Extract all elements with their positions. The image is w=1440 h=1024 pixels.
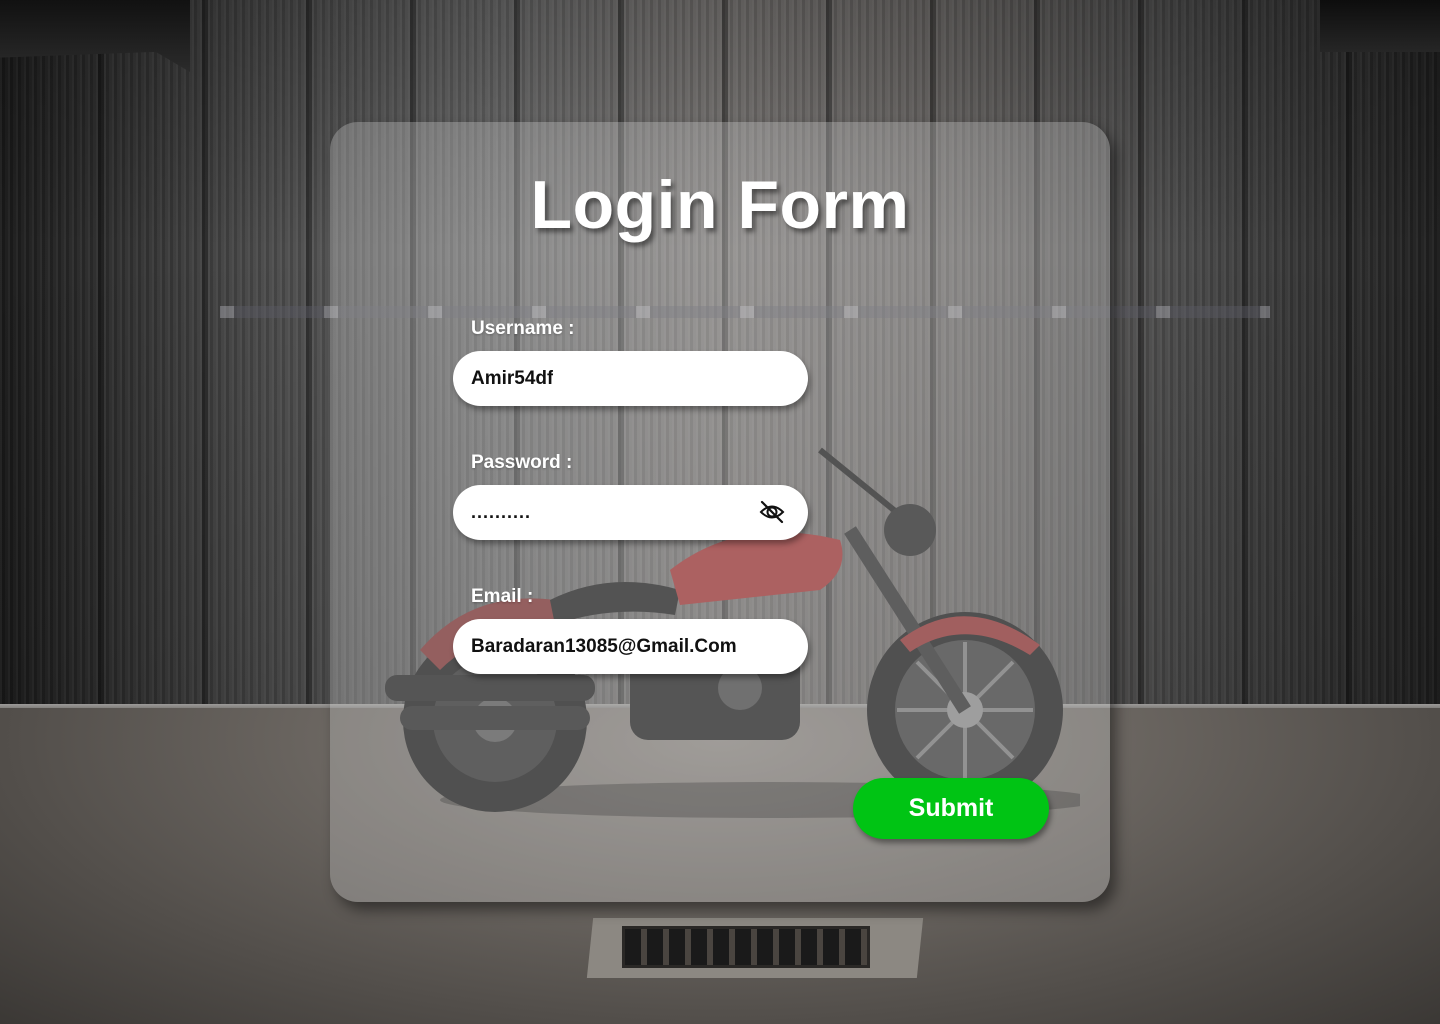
eye-off-icon[interactable] — [758, 499, 786, 525]
email-value: Baradaran13085@Gmail.Com — [471, 635, 737, 657]
password-value: .......... — [471, 502, 532, 522]
submit-button[interactable]: Submit — [853, 778, 1049, 839]
username-label: Username : — [471, 318, 575, 339]
password-label: Password : — [471, 452, 573, 473]
username-field[interactable]: Amir54df — [453, 351, 808, 406]
email-field[interactable]: Baradaran13085@Gmail.Com — [453, 619, 808, 674]
ceiling-beam-right — [1320, 0, 1440, 52]
username-value: Amir54df — [471, 367, 554, 389]
floor-drain — [622, 926, 870, 968]
password-field[interactable]: .......... — [453, 485, 808, 540]
email-label: Email : — [471, 586, 534, 607]
form-title: Login Form — [530, 167, 910, 243]
